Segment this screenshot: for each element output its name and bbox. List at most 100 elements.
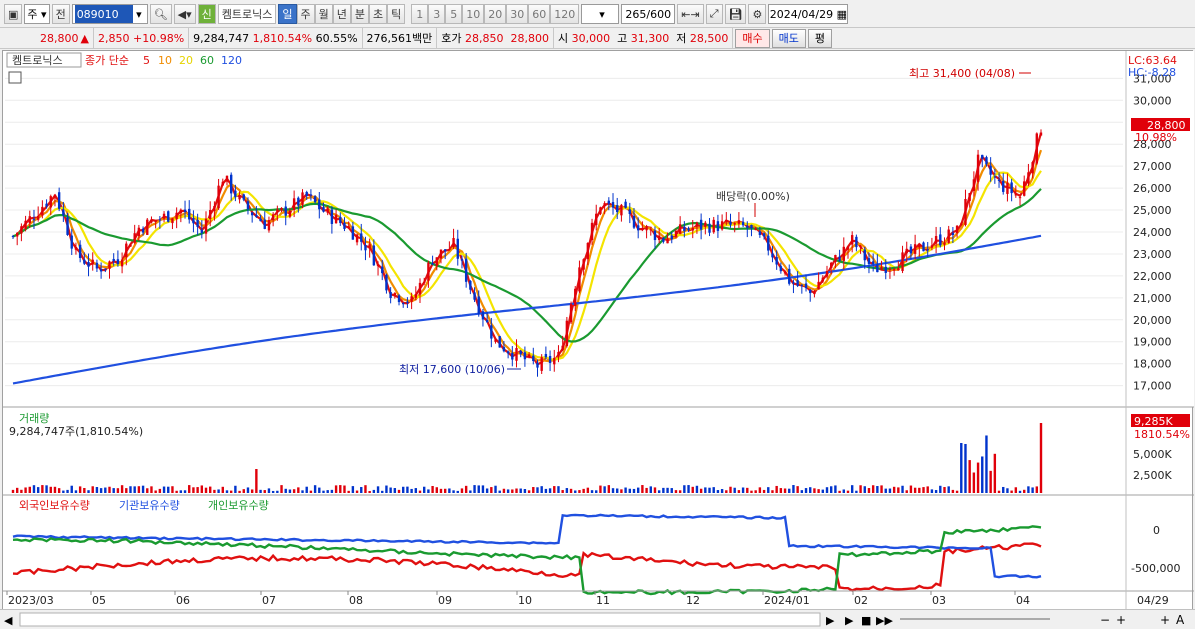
candle-body-109 [469,280,472,290]
candle-body-193 [821,277,825,282]
candle-body-245 [1039,132,1043,136]
period-mode-select[interactable]: 주 ▾ [24,4,50,24]
speaker-icon[interactable]: ◀▾ [173,4,196,24]
search-icon[interactable]: 🔍︎ [149,4,172,24]
candle-body-129 [553,357,556,365]
volume-bar-47 [209,486,212,493]
save-icon[interactable]: 💾︎ [724,4,747,24]
period-tab-3[interactable]: 년 [332,4,351,24]
candle-body-113 [485,320,489,323]
candle-body-146 [624,201,627,208]
candle-body-148 [632,215,636,228]
font-a-icon[interactable]: A [1176,613,1185,627]
stop-icon[interactable]: ■ [861,614,871,627]
period-tab-4[interactable]: 분 [350,4,369,24]
zoom-plus-icon[interactable]: + [1160,613,1170,627]
candle-body-36 [162,213,166,219]
layout-icon[interactable]: ▣ [4,4,23,24]
stock-code-value: 089010 [74,5,133,23]
avg-button[interactable]: 평 [807,28,833,48]
volume-bar-7 [41,485,44,493]
chart-scrollbar[interactable]: ◀ ▶ ▶ ■ ▶▶ − + + A [0,609,1195,629]
candle-body-182 [775,257,778,265]
candle-body-97 [418,282,422,295]
crosshair-icon[interactable]: ⤢ [705,4,723,24]
scroll-left-icon[interactable]: ◀ [4,614,13,627]
candle-body-141 [603,203,606,207]
number-tab-5[interactable]: 5 [445,4,463,24]
volume-bar-52 [229,490,233,493]
candle-body-120 [515,348,518,361]
zoom-in-icon[interactable]: + [1116,613,1126,627]
candle-body-133 [569,303,573,323]
candle-body-234 [993,176,997,178]
play-icon[interactable]: ▶ [845,614,854,627]
volume-bar-200 [850,485,854,493]
candle-body-236 [1002,180,1005,192]
candle-body-159 [678,224,682,234]
x-label-10: 02 [854,594,868,607]
candle-body-83 [360,233,363,242]
volume-bar-229 [972,472,976,493]
candle-body-168 [716,221,720,231]
volume-bar-77 [334,485,338,493]
volume-bar-80 [347,490,350,493]
candle-body-143 [611,202,615,208]
volume-bar-222 [943,487,946,493]
number-tab-3[interactable]: 3 [428,4,446,24]
fast-forward-icon[interactable]: ▶▶ [876,614,893,627]
number-tab-120[interactable]: 120 [550,4,580,24]
volume-bar-240 [1018,490,1022,493]
candle-body-209 [888,268,892,270]
candle-body-33 [150,220,153,223]
volume-bar-13 [66,489,69,493]
date-field[interactable]: 2024/04/29 ▦ [768,4,849,24]
dropdown-blank[interactable]: ▾ [581,4,620,24]
sell-button[interactable]: 매도 [771,28,806,48]
candle-body-22 [104,268,107,270]
zoom-icon[interactable]: ⇤⇥ [677,4,704,24]
number-tab-1[interactable]: 1 [411,4,429,24]
price-tick-30000: 30,000 [1133,94,1172,107]
chart-area[interactable]: 17,000 18,000 19,000 20,000 21,000 22,000 23,0… [2,50,1194,611]
stock-badge: 신 [197,4,216,24]
candle-body-48 [213,205,216,211]
zoom-out-icon[interactable]: − [1100,613,1110,627]
period-tab-1[interactable]: 주 [296,4,315,24]
period-tab-6[interactable]: 틱 [387,4,406,24]
number-tab-20[interactable]: 20 [484,4,507,24]
volume-bar-199 [846,490,850,493]
number-tab-30[interactable]: 30 [506,4,529,24]
count-field[interactable]: 265/600 [621,4,676,24]
volume-bar-133 [569,488,573,493]
count-value: 265 [625,7,647,21]
volume-bar-64 [280,485,283,493]
period-tab-5[interactable]: 초 [369,4,388,24]
candle-body-76 [330,209,334,224]
volume-bar-55 [242,489,245,493]
volume-bar-18 [87,490,90,493]
volume-bar-171 [729,486,732,493]
candle-body-75 [326,208,329,213]
stock-chart-svg[interactable]: 17,000 18,000 19,000 20,000 21,000 22,000 23,0… [3,51,1194,611]
number-tab-10[interactable]: 10 [462,4,485,24]
period-tab-0[interactable]: 일 [278,4,297,24]
period-tab-2[interactable]: 월 [314,4,333,24]
grid-toggle-icon[interactable] [8,71,22,84]
volume-bar-190 [809,487,812,493]
scroll-track[interactable] [19,612,821,627]
scroll-right-icon[interactable]: ▶ [826,614,835,627]
candle-body-232 [985,157,988,165]
price-tick-22000: 22,000 [1133,270,1172,283]
price-tick-26000: 26,000 [1133,182,1172,195]
candle-body-238 [1010,182,1013,194]
volume-bar-4 [28,486,31,493]
prev-button[interactable]: 전 [51,4,70,24]
buy-button[interactable]: 매수 [735,28,770,48]
settings-gear-icon[interactable]: ⚙ [748,4,767,24]
candle-body-31 [141,228,145,233]
volume-bar-49 [217,489,220,493]
stock-code-input[interactable]: 089010 ▾ [71,4,148,24]
candle-body-123 [527,354,531,357]
number-tab-60[interactable]: 60 [528,4,551,24]
